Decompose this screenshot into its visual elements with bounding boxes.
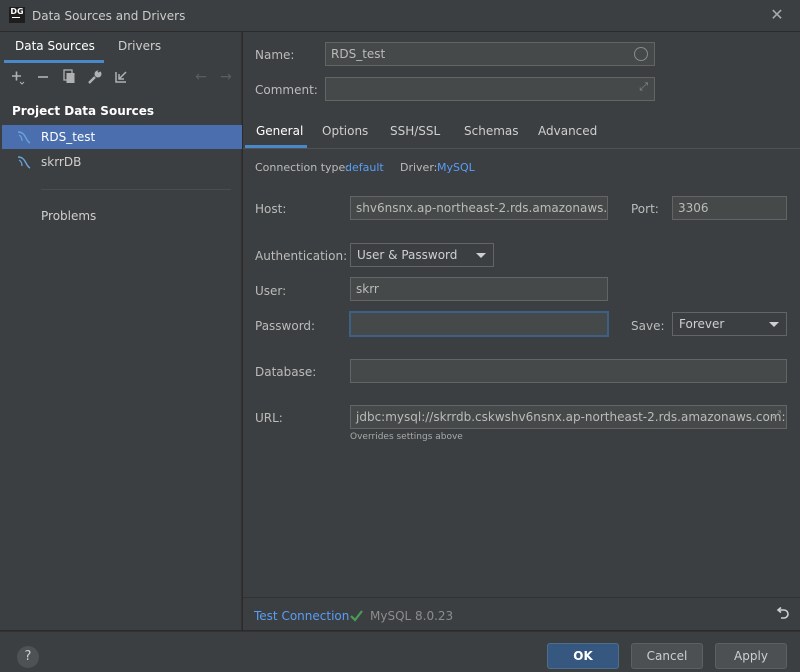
comment-label: Comment: bbox=[255, 83, 318, 97]
authentication-select[interactable]: User & Password bbox=[350, 243, 494, 267]
section-heading: Project Data Sources bbox=[12, 104, 155, 118]
divider bbox=[41, 189, 231, 190]
port-field[interactable]: 3306 bbox=[672, 196, 787, 220]
port-label: Port: bbox=[631, 202, 659, 216]
back-arrow-icon[interactable]: ← bbox=[192, 68, 210, 86]
sidebar-toolbar: ← → bbox=[0, 66, 242, 88]
close-icon[interactable]: ✕ bbox=[768, 6, 786, 24]
name-value: RDS_test bbox=[331, 47, 386, 61]
url-field[interactable]: jdbc:mysql://skrrdb.cskwshv6nsnx.ap-nort… bbox=[350, 405, 787, 429]
settings-wrench-icon[interactable] bbox=[86, 68, 104, 86]
password-field[interactable] bbox=[349, 311, 609, 337]
host-field[interactable]: shv6nsnx.ap-northeast-2.rds.amazonaws.co… bbox=[350, 196, 608, 220]
apply-button[interactable]: Apply bbox=[715, 643, 787, 669]
check-icon bbox=[350, 610, 363, 622]
import-icon[interactable] bbox=[112, 68, 130, 86]
user-label: User: bbox=[255, 284, 287, 298]
url-label: URL: bbox=[255, 411, 283, 425]
title-bar: DG Data Sources and Drivers ✕ bbox=[0, 0, 800, 32]
tab-general[interactable]: General bbox=[256, 124, 303, 138]
data-source-item[interactable]: skrrDB bbox=[2, 150, 242, 174]
data-source-item[interactable]: RDS_test bbox=[2, 125, 242, 149]
mysql-icon bbox=[17, 156, 31, 169]
forward-arrow-icon[interactable]: → bbox=[217, 68, 235, 86]
url-hint: Overrides settings above bbox=[350, 432, 463, 442]
connection-type-label: Connection type: bbox=[255, 161, 350, 174]
app-logo-text: DG bbox=[10, 7, 24, 16]
tab-data-sources[interactable]: Data Sources bbox=[15, 39, 95, 53]
mysql-icon bbox=[17, 131, 31, 144]
dialog-footer: ? OK Cancel Apply bbox=[0, 631, 800, 672]
tab-ssh-ssl[interactable]: SSH/SSL bbox=[390, 124, 440, 138]
window-title: Data Sources and Drivers bbox=[32, 9, 186, 23]
color-picker-icon[interactable] bbox=[634, 47, 648, 61]
url-value: jdbc:mysql://skrrdb.cskwshv6nsnx.ap-nort… bbox=[356, 410, 787, 424]
tab-schemas[interactable]: Schemas bbox=[464, 124, 519, 138]
undo-icon[interactable] bbox=[775, 607, 789, 621]
sidebar-tabs: Data Sources Drivers bbox=[0, 32, 242, 63]
data-source-label: RDS_test bbox=[41, 130, 96, 144]
remove-icon[interactable] bbox=[34, 68, 52, 86]
tab-drivers[interactable]: Drivers bbox=[118, 39, 161, 53]
data-source-label: skrrDB bbox=[41, 155, 82, 169]
problems-item[interactable]: Problems bbox=[41, 209, 96, 223]
help-button[interactable]: ? bbox=[17, 646, 39, 668]
driver-link[interactable]: MySQL bbox=[437, 161, 475, 174]
add-icon[interactable] bbox=[9, 68, 27, 86]
test-connection-link[interactable]: Test Connection bbox=[254, 609, 349, 623]
database-label: Database: bbox=[255, 365, 317, 379]
main-panel: Name: RDS_test Comment: ⤢ General Option… bbox=[243, 32, 800, 630]
ok-button[interactable]: OK bbox=[547, 643, 619, 669]
settings-tabs: General Options SSH/SSL Schemas Advanced bbox=[243, 119, 800, 149]
expand-icon[interactable]: ⤢ bbox=[639, 80, 648, 94]
tab-advanced[interactable]: Advanced bbox=[538, 124, 597, 138]
expand-icon[interactable]: ⤢ bbox=[772, 408, 781, 422]
host-label: Host: bbox=[255, 202, 287, 216]
sidebar: Data Sources Drivers ← → Project Data So… bbox=[0, 32, 242, 630]
name-label: Name: bbox=[255, 48, 295, 62]
tab-options[interactable]: Options bbox=[322, 124, 368, 138]
test-connection-row: Test Connection MySQL 8.0.23 bbox=[243, 597, 800, 630]
user-field[interactable]: skrr bbox=[350, 277, 608, 301]
active-tab-indicator bbox=[4, 60, 104, 63]
cancel-button[interactable]: Cancel bbox=[631, 643, 703, 669]
authentication-value: User & Password bbox=[357, 248, 458, 262]
save-value: Forever bbox=[679, 317, 725, 331]
chevron-down-icon bbox=[476, 253, 486, 258]
app-logo-icon: DG bbox=[9, 7, 25, 23]
save-select[interactable]: Forever bbox=[672, 312, 787, 336]
driver-label: Driver: bbox=[400, 161, 438, 174]
connection-type-link[interactable]: default bbox=[345, 161, 384, 174]
chevron-down-icon bbox=[769, 322, 779, 327]
test-status: MySQL 8.0.23 bbox=[370, 609, 454, 623]
database-field[interactable] bbox=[350, 359, 787, 383]
password-label: Password: bbox=[255, 319, 316, 333]
authentication-label: Authentication: bbox=[255, 249, 348, 263]
comment-field[interactable]: ⤢ bbox=[325, 77, 655, 101]
save-label: Save: bbox=[631, 319, 665, 333]
name-field[interactable]: RDS_test bbox=[325, 42, 655, 66]
duplicate-icon[interactable] bbox=[60, 68, 78, 86]
active-tab-indicator bbox=[245, 145, 307, 148]
